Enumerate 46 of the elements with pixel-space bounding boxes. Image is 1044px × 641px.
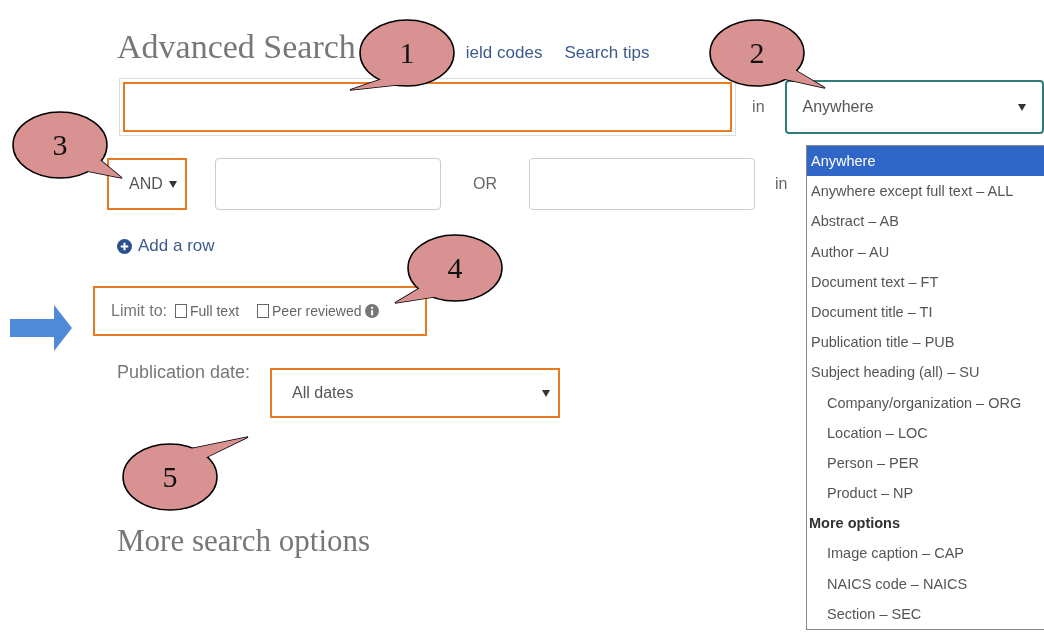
menu-option[interactable]: Anywhere [807,146,1044,177]
checkbox[interactable] [257,304,270,318]
plus-circle-icon [117,238,132,254]
in-label: in [752,98,765,116]
menu-option[interactable]: Document text – FT [807,266,1044,297]
header-link[interactable]: ield codes [465,43,543,63]
callout-number: 3 [52,128,68,162]
section-heading: More search options [117,523,371,559]
menu-option[interactable]: Company/organization – ORG [807,387,1044,418]
menu-option[interactable]: Anywhere except full text – ALL [807,176,1044,207]
limit-to-label: Limit to: [111,302,167,320]
menu-option[interactable]: Image caption – CAP [807,538,1044,569]
search-input-field[interactable] [529,158,755,210]
right-arrow-icon [10,305,72,351]
checkbox[interactable] [175,304,187,318]
menu-option[interactable]: Section – SEC [807,598,1044,630]
in-label: in [775,175,788,193]
checkbox-label[interactable]: Full text [190,303,240,319]
menu-option[interactable]: Product – NP [807,478,1044,509]
caret-icon [1018,103,1026,111]
callout-number: 4 [447,251,463,285]
menu-option[interactable]: Author – AU [807,236,1044,267]
field-select[interactable]: Anywhere [784,80,1044,134]
menu-option[interactable]: Location – LOC [807,417,1044,449]
menu-option[interactable]: Publication title – PUB [807,327,1044,358]
caret-icon [542,389,551,397]
menu-option[interactable]: Document title – TI [807,297,1044,328]
page-title: Advanced Search [117,28,356,66]
or-label: OR [473,175,497,193]
add-row-link[interactable]: Add a row [117,236,215,256]
menu-option[interactable]: Abstract – AB [807,206,1044,237]
menu-option[interactable]: Person – PER [807,448,1044,479]
caret-icon [169,180,177,188]
callout-number: 5 [162,460,178,494]
menu-option[interactable]: NAICS code – NAICS [807,568,1044,599]
menu-option[interactable]: Subject heading (all) – SU [807,357,1044,388]
search-input-field[interactable] [215,158,441,210]
callout-number: 1 [399,36,415,70]
operator-select[interactable]: AND [107,158,187,210]
callout-number: 2 [749,36,765,70]
publication-date-label: Publication date: [117,362,251,383]
menu-group-heading: More options [808,514,902,534]
info-icon[interactable] [364,304,379,318]
checkbox-label[interactable]: Peer reviewed [272,303,362,319]
date-select[interactable]: All dates [270,368,561,418]
header-link[interactable]: Search tips [564,43,650,63]
